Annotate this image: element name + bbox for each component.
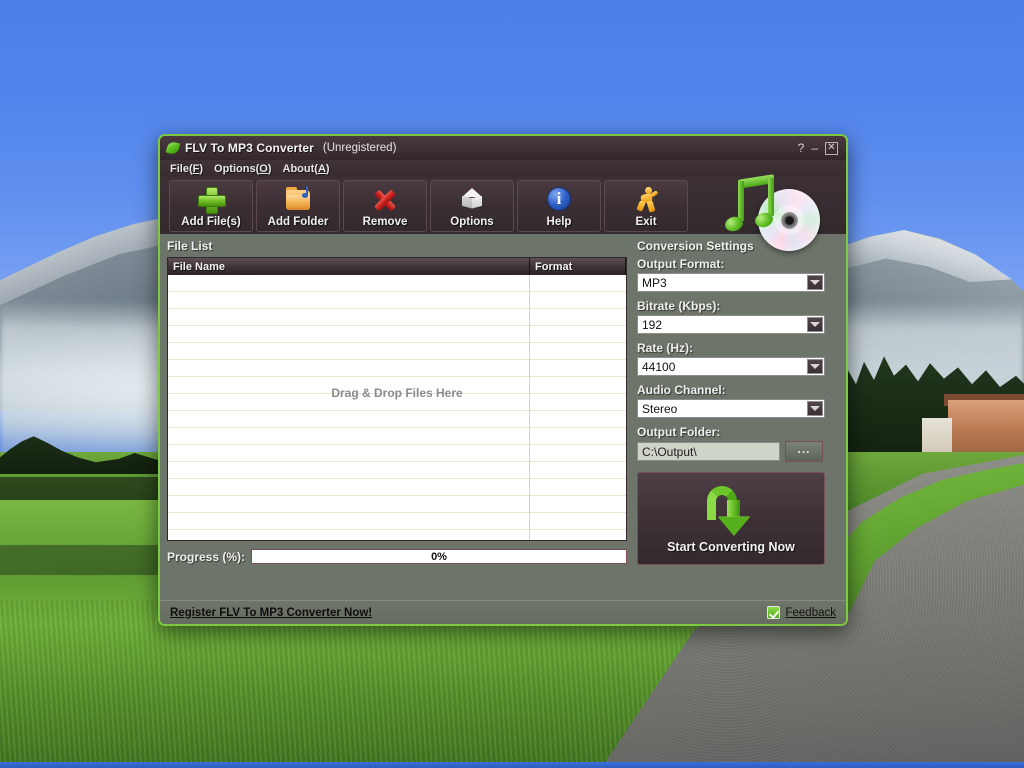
menu-options-accel: O — [259, 162, 268, 175]
status-bar: Register FLV To MP3 Converter Now! Feedb… — [160, 600, 846, 624]
file-list-header: File Name Format — [168, 258, 626, 275]
menu-options[interactable]: Options(O) — [214, 163, 271, 175]
add-files-button[interactable]: Add File(s) — [169, 179, 253, 232]
add-files-label: Add File(s) — [181, 215, 241, 228]
chevron-down-icon[interactable] — [807, 317, 823, 332]
start-converting-button[interactable]: Start Converting Now — [637, 472, 825, 565]
conversion-settings-panel: Conversion Settings Output Format: MP3 B… — [630, 234, 846, 600]
output-format-value: MP3 — [642, 275, 667, 290]
green-leaf-icon — [165, 140, 181, 156]
help-button[interactable]: ? — [798, 142, 805, 154]
music-notes-cd-icon — [716, 174, 836, 255]
rate-select[interactable]: 44100 — [637, 357, 825, 376]
rate-value: 44100 — [642, 359, 676, 374]
chevron-down-icon[interactable] — [807, 275, 823, 290]
options-label: Options — [450, 215, 494, 228]
green-download-arrow-icon — [701, 484, 761, 538]
chevron-down-icon[interactable] — [807, 401, 823, 416]
help-label: Help — [546, 215, 572, 228]
menu-about[interactable]: About(A) — [283, 163, 330, 175]
file-list-title: File List — [167, 239, 213, 253]
file-list-table[interactable]: File Name Format Drag & Drop Files Here — [167, 257, 627, 541]
red-x-icon — [371, 186, 399, 213]
output-folder-row: C:\Output\ ... — [637, 441, 838, 462]
cube-icon — [458, 186, 486, 213]
bitrate-value: 192 — [642, 317, 663, 332]
running-man-icon — [632, 186, 660, 213]
audio-channel-select[interactable]: Stereo — [637, 399, 825, 418]
audio-channel-value: Stereo — [642, 401, 678, 416]
rate-label: Rate (Hz): — [637, 341, 693, 355]
browse-folder-button[interactable]: ... — [785, 441, 823, 462]
progress-value: 0% — [431, 550, 447, 563]
chevron-down-icon[interactable] — [807, 359, 823, 374]
progress-row: Progress (%): 0% — [167, 549, 627, 564]
folder-music-icon — [284, 185, 312, 213]
help-button-toolbar[interactable]: i Help — [517, 179, 601, 232]
window-title-subtitle: (Unregistered) — [322, 142, 397, 154]
app-window: FLV To MP3 Converter (Unregistered) ? – … — [158, 134, 848, 626]
audio-channel-label: Audio Channel: — [637, 383, 726, 397]
file-list-body[interactable]: Drag & Drop Files Here — [168, 275, 626, 540]
add-folder-label: Add Folder — [267, 215, 329, 228]
title-bar[interactable]: FLV To MP3 Converter (Unregistered) ? – … — [160, 136, 846, 160]
plus-icon — [197, 186, 226, 214]
file-list-panel: File List File Name Format Drag & Drop F… — [160, 234, 630, 600]
menu-about-accel: A — [317, 162, 326, 175]
drag-drop-hint: Drag & Drop Files Here — [331, 386, 463, 400]
menu-file-label: File — [170, 162, 189, 175]
start-converting-label: Start Converting Now — [667, 539, 795, 554]
toolbar: Add File(s) Add Folder Remove Options i … — [160, 174, 846, 251]
add-folder-button[interactable]: Add Folder — [256, 179, 340, 232]
progress-bar: 0% — [251, 549, 627, 564]
window-title: FLV To MP3 Converter — [185, 141, 314, 155]
feedback-link[interactable]: Feedback — [785, 607, 836, 619]
output-folder-input[interactable]: C:\Output\ — [637, 442, 780, 461]
info-circle-icon: i — [545, 186, 573, 213]
menu-file-accel: F — [192, 162, 200, 175]
remove-button[interactable]: Remove — [343, 179, 427, 232]
window-controls: ? – ✕ — [798, 141, 840, 155]
minimize-button[interactable]: – — [811, 142, 818, 154]
column-header-file-name[interactable]: File Name — [168, 258, 530, 275]
bitrate-select[interactable]: 192 — [637, 315, 825, 334]
bitrate-label: Bitrate (Kbps): — [637, 299, 721, 313]
green-check-icon — [767, 606, 781, 619]
menu-about-label: About — [282, 162, 315, 175]
progress-label: Progress (%): — [167, 549, 246, 564]
register-link[interactable]: Register FLV To MP3 Converter Now! — [170, 607, 372, 619]
column-header-format[interactable]: Format — [530, 258, 626, 275]
remove-label: Remove — [362, 215, 408, 228]
output-format-select[interactable]: MP3 — [637, 273, 825, 292]
close-button[interactable]: ✕ — [825, 141, 838, 155]
menu-file[interactable]: File(F) — [170, 163, 203, 175]
feedback-area: Feedback — [767, 606, 836, 619]
main-content: File List File Name Format Drag & Drop F… — [160, 234, 846, 600]
options-button[interactable]: Options — [430, 179, 514, 232]
exit-button[interactable]: Exit — [604, 179, 688, 232]
menu-options-label: Options — [214, 162, 256, 175]
exit-label: Exit — [635, 215, 657, 228]
output-folder-label: Output Folder: — [637, 425, 721, 439]
output-format-label: Output Format: — [637, 257, 725, 271]
taskbar[interactable] — [0, 762, 1024, 768]
